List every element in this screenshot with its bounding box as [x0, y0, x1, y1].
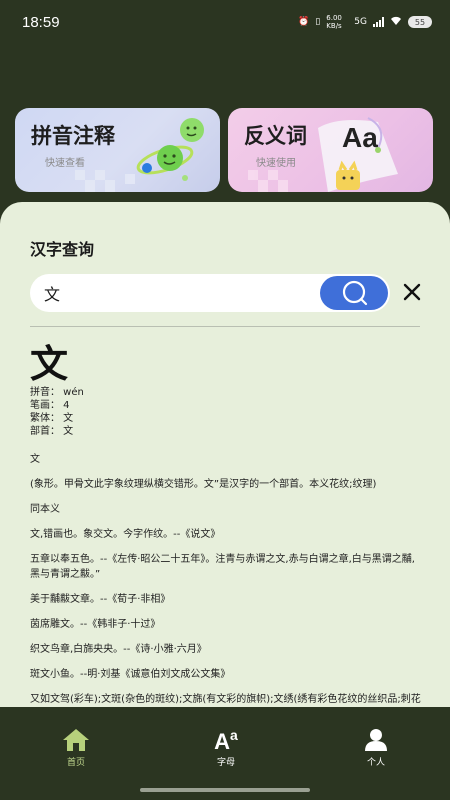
- nav-tab-profile[interactable]: 个人: [346, 725, 406, 768]
- status-icons: ⏰ ▯ 6.00 KB/s 5G 55: [298, 14, 432, 30]
- person-icon: [365, 729, 387, 751]
- search-button[interactable]: [320, 276, 388, 310]
- alarm-icon: ⏰: [298, 17, 310, 27]
- strokes-line: 笔画： 4: [30, 400, 70, 411]
- nav-label-letters: 字母: [216, 758, 235, 768]
- traditional-line: 繁体： 文: [30, 413, 74, 424]
- definition-item: 五章以奉五色。--《左传·昭公二十五年》。注青与赤谓之文,赤与白谓之章,白与黑谓…: [30, 554, 415, 580]
- search-box: [30, 274, 390, 312]
- status-time: 18:59: [22, 13, 60, 31]
- network-speed: 6.00 KB/s: [326, 14, 342, 30]
- letters-icon: Aa: [214, 727, 238, 754]
- radical-line: 部首： 文: [30, 426, 74, 437]
- status-bar: 18:59 ⏰ ▯ 6.00 KB/s 5G 55: [0, 0, 450, 44]
- bottom-nav: 首页 Aa 字母 个人: [0, 707, 450, 800]
- definition-list: 文 (象形。甲骨文此字象纹理纵横交错形。文”是汉字的一个部首。本义花纹;纹理) …: [30, 452, 422, 707]
- antonym-card-title: 反义词: [244, 124, 307, 148]
- close-icon: [403, 283, 421, 301]
- home-indicator: [140, 788, 310, 792]
- definition-item: 美于黼黻文章。--《荀子·非相》: [30, 594, 171, 605]
- pinyin-card-title: 拼音注释: [31, 124, 115, 148]
- lookup-result: 文 拼音： wén 笔画： 4 繁体： 文 部首： 文 文 (象形。甲骨文此字象…: [30, 342, 422, 707]
- nav-label-profile: 个人: [366, 758, 385, 768]
- definition-item: 同本义: [30, 504, 60, 515]
- vibrate-icon: ▯: [315, 17, 321, 27]
- nav-label-home: 首页: [66, 758, 85, 768]
- antonym-card-subtitle: 快速使用: [256, 158, 296, 169]
- section-title: 汉字查询: [30, 240, 95, 259]
- nav-tab-letters[interactable]: Aa 字母: [196, 725, 256, 768]
- pinyin-card-subtitle: 快速查看: [45, 158, 85, 169]
- clear-button[interactable]: [400, 280, 424, 304]
- divider: [30, 326, 420, 327]
- search-input[interactable]: [44, 274, 304, 312]
- definition-item: 文: [30, 454, 40, 465]
- pinyin-annotation-card[interactable]: 拼音注释 快速查看: [15, 108, 220, 192]
- result-character: 文: [30, 342, 69, 386]
- character-lookup-panel: 汉字查询 文 拼音： wén 笔画： 4 繁体： 文 部首： 文 文 (象形。甲…: [0, 202, 450, 707]
- definition-item: 茵席雕文。--《韩非子·十过》: [30, 619, 161, 630]
- definition-item: 又如文驾(彩车);文斑(杂色的斑纹);文旆(有文彩的旗帜);文绣(绣有彩色花纹的…: [30, 694, 421, 705]
- search-icon: [342, 280, 368, 306]
- signal-icon: [373, 17, 384, 27]
- antonym-card[interactable]: 反义词 Aa 快速使用: [228, 108, 433, 192]
- network-type: 5G: [354, 17, 367, 27]
- nav-tab-home[interactable]: 首页: [46, 725, 106, 768]
- definition-item: 织文鸟章,白旆央央。--《诗·小雅·六月》: [30, 644, 207, 655]
- pinyin-line: 拼音： wén: [30, 387, 84, 398]
- aa-badge: Aa: [342, 122, 378, 153]
- definition-item: 文,错画也。象交文。今字作纹。--《说文》: [30, 529, 221, 540]
- definition-item: (象形。甲骨文此字象纹理纵横交错形。文”是汉字的一个部首。本义花纹;纹理): [30, 479, 377, 490]
- battery-indicator: 55: [408, 16, 432, 28]
- wifi-icon: [390, 16, 402, 29]
- definition-item: 斑文小鱼。--明·刘基《诚意伯刘文成公文集》: [30, 669, 231, 680]
- home-icon: [63, 729, 89, 751]
